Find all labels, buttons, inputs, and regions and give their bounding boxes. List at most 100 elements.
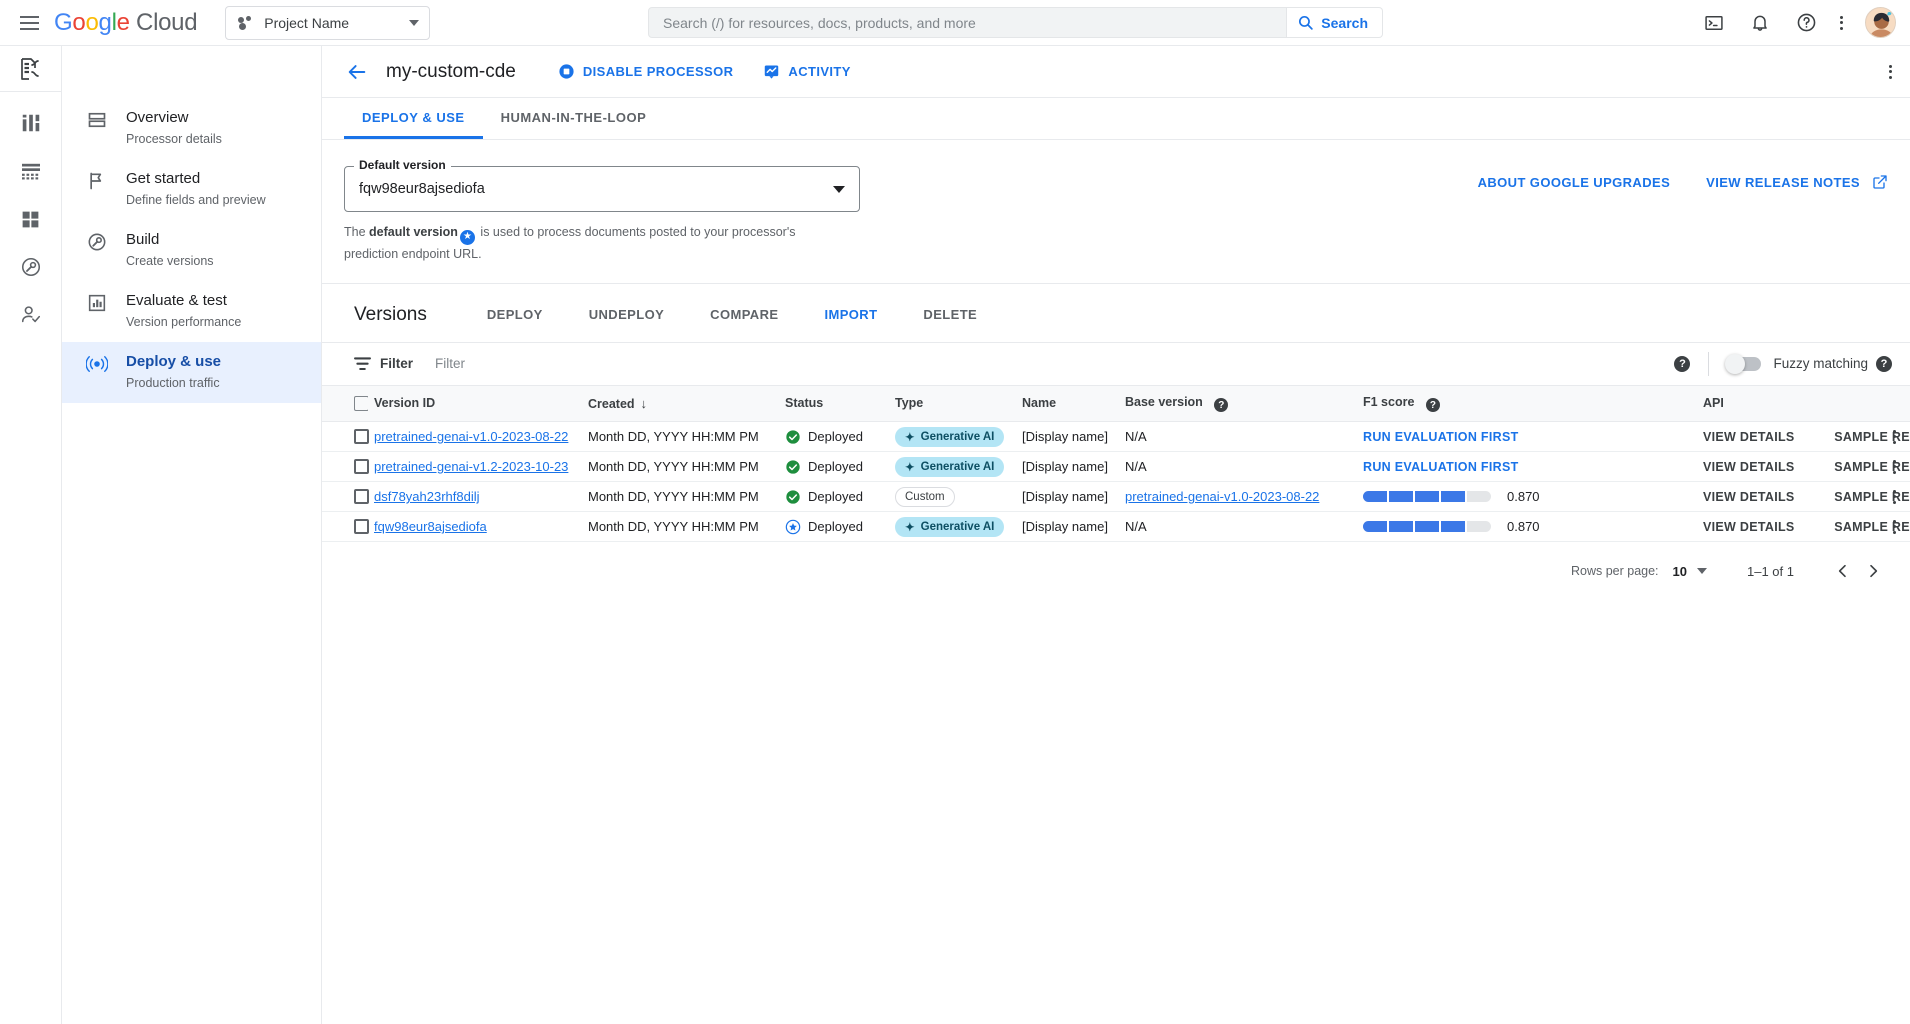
version-id-link[interactable]: dsf78yah23rhf8dilj [374, 489, 480, 504]
deploy-button[interactable]: DEPLOY [487, 307, 543, 322]
col-name[interactable]: Name [1016, 386, 1119, 422]
view-release-notes-link[interactable]: VIEW RELEASE NOTES [1706, 174, 1888, 190]
cell-f1-score: 0.870 [1357, 512, 1697, 542]
more-vert-icon[interactable] [1889, 65, 1892, 79]
sample-request-action[interactable]: SAMPLE REQUEST [1834, 520, 1910, 534]
disable-processor-button[interactable]: DISABLE PROCESSOR [558, 63, 734, 80]
col-created[interactable]: Created↓ [582, 386, 779, 422]
user-avatar[interactable] [1865, 7, 1896, 38]
header-icon-group [1702, 7, 1896, 38]
disable-processor-icon [558, 63, 575, 80]
view-details-action[interactable]: VIEW DETAILS [1703, 520, 1795, 534]
f1-score-help-icon[interactable]: ? [1426, 398, 1440, 412]
select-all-checkbox[interactable] [354, 396, 369, 411]
sample-request-action[interactable]: SAMPLE REQUEST [1834, 430, 1910, 444]
version-id-link[interactable]: fqw98eur8ajsediofa [374, 519, 487, 534]
activity-button[interactable]: ACTIVITY [763, 63, 850, 80]
view-details-action[interactable]: VIEW DETAILS [1703, 490, 1795, 504]
dashboard-icon[interactable] [18, 110, 44, 136]
sidebar-item-subtitle: Create versions [126, 253, 214, 269]
previous-page-button[interactable] [1828, 556, 1858, 586]
fuzzy-matching-toggle[interactable] [1727, 357, 1761, 371]
document-ai-processor-icon[interactable] [0, 46, 61, 92]
row-checkbox[interactable] [354, 459, 369, 474]
cell-f1-score: 0.870 [1357, 482, 1697, 512]
project-name-label: Project Name [264, 15, 399, 31]
col-status[interactable]: Status [779, 386, 889, 422]
compare-button[interactable]: COMPARE [710, 307, 778, 322]
cell-f1-score: RUN EVALUATION FIRST [1357, 422, 1697, 452]
default-version-select[interactable]: fqw98eur8ajsediofa [344, 166, 860, 212]
col-api[interactable]: API [1697, 386, 1878, 422]
row-checkbox[interactable] [354, 429, 369, 444]
workbench-icon[interactable] [18, 158, 44, 184]
sidebar-item-evaluate-test[interactable]: Evaluate & test Version performance [62, 281, 321, 342]
col-base-version[interactable]: Base version ? [1119, 386, 1357, 422]
sidebar-item-subtitle: Processor details [126, 131, 222, 147]
col-type[interactable]: Type [889, 386, 1016, 422]
filter-input[interactable]: Filter [435, 356, 1674, 371]
tools-icon[interactable] [18, 254, 44, 280]
back-arrow-icon[interactable] [344, 59, 370, 85]
cell-base-version: N/A [1119, 452, 1357, 482]
project-selector[interactable]: Project Name [225, 6, 430, 40]
table-row[interactable]: fqw98eur8ajsediofa Month DD, YYYY HH:MM … [322, 512, 1910, 542]
tab-human-in-the-loop[interactable]: HUMAN-IN-THE-LOOP [483, 98, 665, 139]
top-header-bar: Google Cloud Project Name Search (/) for… [0, 0, 1910, 46]
view-details-action[interactable]: VIEW DETAILS [1703, 430, 1795, 444]
cell-api: VIEW DETAILS SAMPLE REQUEST [1697, 482, 1878, 512]
delete-button[interactable]: DELETE [923, 307, 977, 322]
sidebar-item-build[interactable]: Build Create versions [62, 220, 321, 281]
row-checkbox-cell [322, 452, 368, 482]
next-page-button[interactable] [1858, 556, 1888, 586]
sidebar-item-deploy-use[interactable]: Deploy & use Production traffic [62, 342, 321, 403]
tab-deploy-and-use[interactable]: DEPLOY & USE [344, 98, 483, 139]
search-input[interactable]: Search (/) for resources, docs, products… [648, 7, 1287, 38]
hamburger-menu-icon[interactable] [14, 8, 44, 38]
col-f1-score[interactable]: F1 score ? [1357, 386, 1697, 422]
versions-title: Versions [354, 304, 427, 326]
row-checkbox[interactable] [354, 519, 369, 534]
run-evaluation-first-link[interactable]: RUN EVALUATION FIRST [1363, 460, 1519, 474]
table-row[interactable]: dsf78yah23rhf8dilj Month DD, YYYY HH:MM … [322, 482, 1910, 512]
person-check-icon[interactable] [18, 302, 44, 328]
sample-request-action[interactable]: SAMPLE REQUEST [1834, 490, 1910, 504]
fuzzy-matching-help-icon[interactable]: ? [1876, 356, 1892, 372]
chevron-down-icon[interactable] [1697, 568, 1707, 574]
more-vert-icon[interactable] [1840, 16, 1843, 30]
sidebar-item-overview[interactable]: Overview Processor details [62, 98, 321, 159]
row-checkbox-cell [322, 422, 368, 452]
sample-request-action[interactable]: SAMPLE REQUEST [1834, 460, 1910, 474]
apps-grid-icon[interactable] [18, 206, 44, 232]
cell-base-version: pretrained-genai-v1.0-2023-08-22 [1119, 482, 1357, 512]
import-button[interactable]: IMPORT [824, 307, 877, 322]
sidebar-item-title: Overview [126, 108, 222, 128]
search-icon [1297, 14, 1314, 31]
table-row[interactable]: pretrained-genai-v1.2-2023-10-23 Month D… [322, 452, 1910, 482]
filter-help-icon[interactable]: ? [1674, 356, 1690, 372]
about-google-upgrades-link[interactable]: ABOUT GOOGLE UPGRADES [1478, 175, 1671, 190]
search-button[interactable]: Search [1287, 7, 1383, 38]
sidebar-item-get-started[interactable]: Get started Define fields and preview [62, 159, 321, 220]
rows-per-page-value[interactable]: 10 [1673, 564, 1687, 579]
sidebar-item-title: Deploy & use [126, 352, 221, 372]
table-row[interactable]: pretrained-genai-v1.0-2023-08-22 Month D… [322, 422, 1910, 452]
filter-button[interactable]: Filter [354, 356, 413, 371]
version-id-link[interactable]: pretrained-genai-v1.0-2023-08-22 [374, 429, 568, 444]
help-question-icon[interactable] [1794, 11, 1818, 35]
cell-created: Month DD, YYYY HH:MM PM [582, 482, 779, 512]
view-details-action[interactable]: VIEW DETAILS [1703, 460, 1795, 474]
cell-type: ✦ Generative AI [889, 452, 1016, 482]
col-version-id[interactable]: Version ID [368, 386, 582, 422]
rows-per-page-label: Rows per page: [1571, 564, 1659, 578]
notifications-bell-icon[interactable] [1748, 11, 1772, 35]
version-id-link[interactable]: pretrained-genai-v1.2-2023-10-23 [374, 459, 568, 474]
base-version-link[interactable]: pretrained-genai-v1.0-2023-08-22 [1125, 489, 1319, 504]
base-version-help-icon[interactable]: ? [1214, 398, 1228, 412]
undeploy-button[interactable]: UNDEPLOY [589, 307, 664, 322]
run-evaluation-first-link[interactable]: RUN EVALUATION FIRST [1363, 430, 1519, 444]
type-chip: ✦ Generative AI [895, 427, 1004, 447]
cloud-shell-icon[interactable] [1702, 11, 1726, 35]
cell-version-id: dsf78yah23rhf8dilj [368, 482, 582, 512]
row-checkbox[interactable] [354, 489, 369, 504]
